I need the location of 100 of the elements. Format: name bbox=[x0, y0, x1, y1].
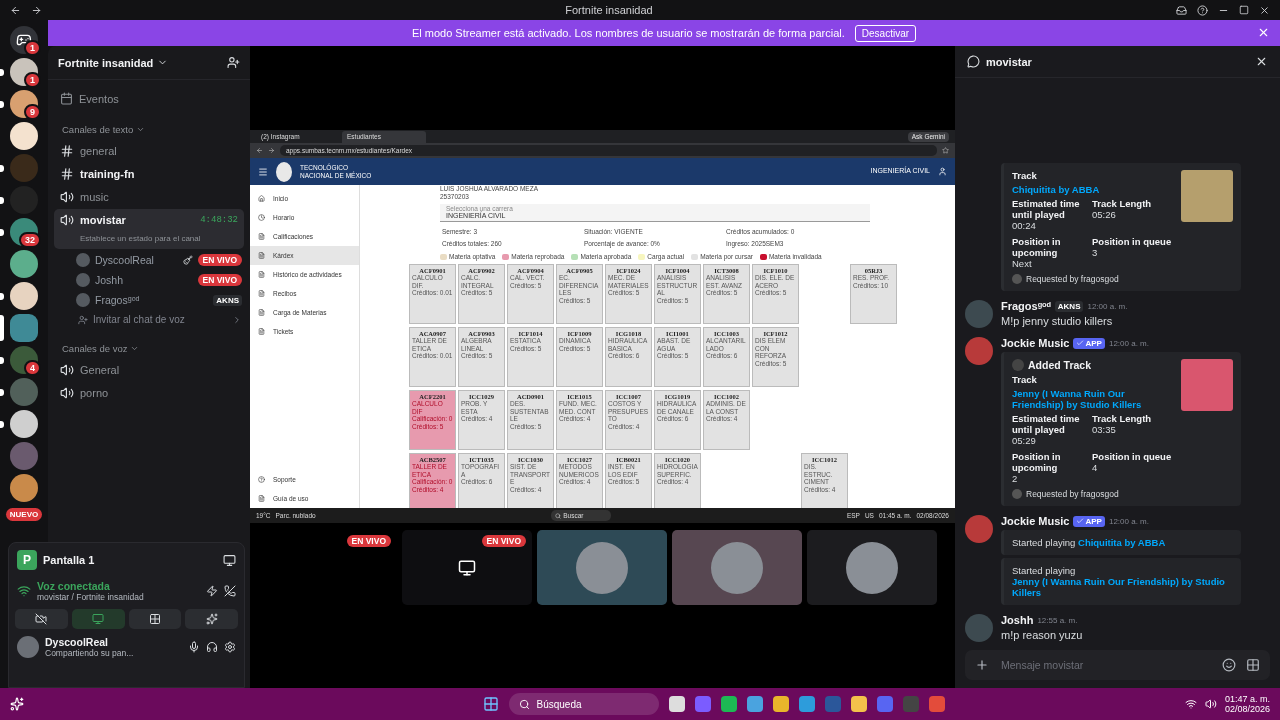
search-field[interactable]: Búsqueda bbox=[509, 693, 660, 715]
chevron-right-icon bbox=[232, 314, 242, 325]
category-header[interactable]: Canales de texto bbox=[62, 124, 134, 135]
taskbar-app-icon[interactable] bbox=[799, 696, 816, 712]
server-icon[interactable] bbox=[10, 122, 38, 150]
message-author[interactable]: Joshh bbox=[1001, 614, 1034, 626]
user-icon[interactable] bbox=[938, 167, 947, 176]
channel-item[interactable]: general bbox=[54, 140, 244, 162]
help-icon bbox=[258, 476, 265, 483]
inbox-icon[interactable] bbox=[1176, 4, 1187, 16]
camera-button[interactable] bbox=[15, 609, 68, 629]
emoji-icon[interactable] bbox=[1222, 658, 1236, 672]
soundboard-button[interactable] bbox=[185, 609, 238, 629]
monitor-icon bbox=[92, 613, 105, 625]
headphones-icon[interactable] bbox=[206, 641, 218, 653]
live-badge: EN VIVO bbox=[197, 274, 242, 286]
taskbar-app-icon[interactable] bbox=[721, 696, 738, 712]
speaker-icon bbox=[60, 213, 74, 227]
document-icon bbox=[258, 495, 265, 502]
voice-channel[interactable]: movistar / Fortnite insanidad bbox=[37, 592, 200, 602]
server-icon[interactable] bbox=[10, 282, 38, 310]
microphone-icon[interactable] bbox=[188, 641, 200, 653]
avatar-placeholder bbox=[846, 541, 898, 594]
field-label: Position in upcoming bbox=[1012, 451, 1062, 473]
track-link[interactable]: Chiquitita by ABBA bbox=[1012, 184, 1175, 195]
server-item[interactable]: 1 bbox=[0, 58, 48, 86]
server-name[interactable]: Fortnite insanidad bbox=[58, 56, 154, 69]
events-item[interactable]: Eventos bbox=[54, 88, 244, 109]
track-link[interactable]: Chiquitita by ABBA bbox=[1078, 537, 1166, 548]
taskbar-app-icon[interactable] bbox=[851, 696, 868, 712]
user-avatar bbox=[17, 636, 39, 658]
participant-tile[interactable] bbox=[807, 530, 937, 605]
channel-item[interactable]: General bbox=[54, 359, 244, 381]
channel-item[interactable]: movistar 4:48:32 Establece un estado para el canal bbox=[54, 209, 244, 249]
participant-tile[interactable]: EN VIVO bbox=[402, 530, 532, 605]
channel-item[interactable]: music bbox=[54, 186, 244, 208]
role-tag: AKNS bbox=[1054, 300, 1084, 312]
taskbar-app-icon[interactable] bbox=[773, 696, 790, 712]
unread-indicator bbox=[0, 315, 4, 341]
message-text: m!p reason yuzu bbox=[1001, 629, 1084, 641]
help-icon[interactable] bbox=[1197, 4, 1208, 16]
close-icon[interactable] bbox=[1255, 55, 1268, 68]
settings-icon[interactable] bbox=[224, 641, 236, 653]
field-value: 4 bbox=[1092, 462, 1099, 473]
star-icon[interactable] bbox=[942, 147, 949, 154]
participant-tile[interactable] bbox=[537, 530, 667, 605]
menu-icon[interactable] bbox=[258, 166, 268, 177]
participant-tile[interactable] bbox=[672, 530, 802, 605]
taskbar-app-icon[interactable] bbox=[747, 696, 764, 712]
embed-footer: Requested by fragosgod bbox=[1026, 489, 1119, 499]
apps-icon[interactable] bbox=[1246, 658, 1260, 672]
message-author[interactable]: Jockie Music bbox=[1001, 515, 1070, 527]
app-tag: APP bbox=[1073, 337, 1105, 349]
unread-indicator bbox=[0, 197, 4, 204]
close-icon[interactable] bbox=[1259, 4, 1270, 16]
track-link[interactable]: Jenny (I Wanna Ruin Our Friendship) by Studio Killers bbox=[1012, 576, 1233, 598]
voice-member[interactable]: DyscoolReal bbox=[95, 254, 178, 266]
message-input[interactable]: Mensaje movistar bbox=[999, 658, 1212, 672]
field-label: Estimated time until played bbox=[1012, 413, 1081, 435]
unread-indicator bbox=[0, 389, 4, 396]
message-author[interactable]: Jockie Music bbox=[1001, 337, 1070, 349]
add-user-icon[interactable] bbox=[227, 56, 240, 69]
channel-item[interactable]: porno bbox=[54, 382, 244, 404]
forward-icon[interactable] bbox=[31, 4, 42, 16]
field-label: Track bbox=[1012, 170, 1038, 181]
voice-member[interactable]: Joshh bbox=[95, 274, 193, 286]
server-item[interactable]: 32 bbox=[0, 218, 48, 246]
server-item[interactable]: 1 bbox=[0, 26, 48, 54]
embed-footer: Requested by fragosgod bbox=[1026, 274, 1119, 284]
message-text: M!p jenny studio killers bbox=[1001, 315, 1114, 327]
message-author[interactable]: Fragosᵍᵒᵈ bbox=[1001, 300, 1051, 312]
message-field[interactable]: Mensaje movistar bbox=[965, 650, 1270, 680]
server-icon[interactable] bbox=[10, 250, 38, 278]
server-item[interactable]: 4 bbox=[0, 346, 48, 374]
taskbar-app-icon[interactable] bbox=[669, 696, 686, 712]
user-avatar bbox=[965, 300, 993, 328]
user-avatar bbox=[76, 253, 90, 267]
voice-status: Voz conectada bbox=[37, 580, 111, 592]
message-time: 12:00 a. m. bbox=[1087, 301, 1128, 311]
server-icon[interactable] bbox=[10, 474, 38, 502]
plus-icon[interactable] bbox=[975, 658, 989, 672]
voice-member[interactable]: Fragosᵍᵒᵈ bbox=[95, 294, 209, 306]
screen-button[interactable] bbox=[71, 609, 125, 629]
track-link[interactable]: Jenny (I Wanna Ruin Our Friendship) by Studio Killers bbox=[1012, 388, 1175, 410]
invite-link[interactable]: Invitar al chat de voz bbox=[93, 314, 227, 325]
server-icon[interactable] bbox=[10, 410, 38, 438]
wifi-icon bbox=[1184, 698, 1197, 710]
activities-button[interactable] bbox=[128, 609, 182, 629]
category-header[interactable]: Canales de voz bbox=[62, 343, 128, 354]
maximize-icon[interactable] bbox=[1239, 5, 1249, 15]
server-item[interactable]: 9 bbox=[0, 90, 48, 118]
avatar-placeholder bbox=[576, 541, 628, 594]
unread-indicator bbox=[0, 69, 4, 76]
back-icon[interactable] bbox=[10, 4, 21, 16]
add-user-icon bbox=[78, 314, 88, 325]
channel-item[interactable]: training-fn bbox=[54, 163, 244, 185]
document-icon bbox=[258, 290, 265, 297]
guitar-icon bbox=[182, 255, 193, 265]
disable-button[interactable]: Desactivar bbox=[854, 24, 917, 42]
disconnect-icon[interactable] bbox=[224, 585, 236, 597]
